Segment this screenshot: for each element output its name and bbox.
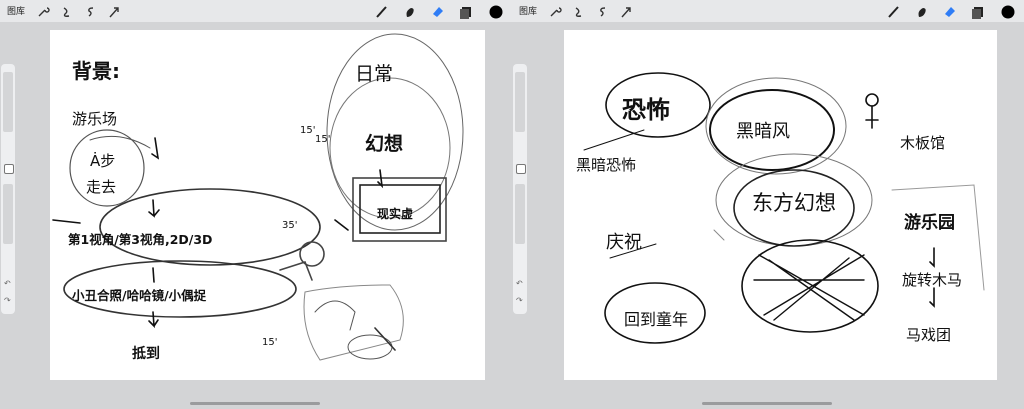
daily-text: 日常 xyxy=(355,63,393,85)
right-procreate-window: 图库 ↶ ↷ 恐怖 黑暗风 黑暗恐怖 东方幻想 木板馆 庆祝 回到童年 游乐园 … xyxy=(512,0,1024,409)
home-indicator xyxy=(190,402,320,405)
opacity-slider[interactable] xyxy=(515,184,525,244)
smudge-icon[interactable] xyxy=(403,4,417,18)
brush-icon[interactable] xyxy=(887,4,901,18)
modify-button[interactable] xyxy=(516,164,526,174)
dark-style-text: 黑暗风 xyxy=(736,121,790,142)
wrench-icon[interactable] xyxy=(36,4,50,18)
redo-icon[interactable]: ↷ xyxy=(4,296,11,305)
photo-text: 小丑合照/哈哈镜/小偶捉 xyxy=(71,288,207,303)
carousel-text: 旋转木马 xyxy=(902,271,962,289)
eraser-icon[interactable] xyxy=(943,4,957,18)
layers-icon[interactable] xyxy=(459,4,473,19)
brush-size-slider[interactable] xyxy=(515,72,525,132)
wooden-house-text: 木板馆 xyxy=(900,134,945,152)
modify-button[interactable] xyxy=(4,164,14,174)
angle-label-3: 35' xyxy=(282,220,297,231)
undo-icon[interactable]: ↶ xyxy=(516,279,523,288)
go-text: 走去 xyxy=(86,178,116,196)
brush-sidebar: ↶ ↷ xyxy=(513,64,527,314)
fantasy-text: 幻想 xyxy=(365,132,403,155)
brush-size-slider[interactable] xyxy=(3,72,13,132)
selection-icon[interactable] xyxy=(596,4,610,18)
color-swatch-icon[interactable] xyxy=(1001,4,1015,19)
redo-icon[interactable]: ↷ xyxy=(516,296,523,305)
top-toolbar: 图库 xyxy=(512,0,1024,22)
opacity-slider[interactable] xyxy=(3,184,13,244)
brush-sidebar: ↶ ↷ xyxy=(1,64,15,314)
eraser-icon[interactable] xyxy=(431,4,445,18)
brush-icon[interactable] xyxy=(375,4,389,18)
home-indicator xyxy=(702,402,832,405)
reality-text: 现实虚 xyxy=(377,206,413,221)
color-swatch-icon[interactable] xyxy=(489,4,503,19)
angle-label-2: 15' xyxy=(315,134,330,145)
amusement-text: 游乐场 xyxy=(72,110,117,128)
wrench-icon[interactable] xyxy=(548,4,562,18)
layers-icon[interactable] xyxy=(971,4,985,19)
adjustments-icon[interactable] xyxy=(572,4,586,18)
adjustments-icon[interactable] xyxy=(60,4,74,18)
angle-label-1: 15' xyxy=(300,125,315,136)
gallery-button[interactable]: 图库 xyxy=(519,4,537,17)
top-toolbar: 图库 xyxy=(0,0,512,22)
drawing-canvas[interactable]: 背景: 游乐场 Ȧ步 走去 第1视角/第3视角,2D/3D 小丑合照/哈哈镜/小… xyxy=(50,30,485,380)
gallery-button[interactable]: 图库 xyxy=(7,4,25,17)
celebrate-text: 庆祝 xyxy=(606,232,642,253)
dark-horror-text: 黑暗恐怖 xyxy=(576,156,636,174)
childhood-text: 回到童年 xyxy=(624,310,688,329)
transform-icon[interactable] xyxy=(619,4,633,18)
arrive-text: 抵到 xyxy=(132,345,160,362)
transform-icon[interactable] xyxy=(107,4,121,18)
selection-icon[interactable] xyxy=(84,4,98,18)
circus-text: 马戏团 xyxy=(906,326,951,344)
amusement-park-text: 游乐园 xyxy=(904,212,955,233)
sketch-drawing: 恐怖 黑暗风 黑暗恐怖 东方幻想 木板馆 庆祝 回到童年 游乐园 旋转木马 马戏… xyxy=(576,72,985,344)
sketch-drawing: 背景: 游乐场 Ȧ步 走去 第1视角/第3视角,2D/3D 小丑合照/哈哈镜/小… xyxy=(52,33,464,362)
heading-text: 背景: xyxy=(72,59,120,83)
undo-icon[interactable]: ↶ xyxy=(4,279,11,288)
big-horror-text: 恐怖 xyxy=(622,96,670,124)
drawing-canvas[interactable]: 恐怖 黑暗风 黑暗恐怖 东方幻想 木板馆 庆祝 回到童年 游乐园 旋转木马 马戏… xyxy=(564,30,997,380)
angle-label-4: 15' xyxy=(262,337,277,348)
smudge-icon[interactable] xyxy=(915,4,929,18)
left-procreate-window: 图库 ↶ ↷ 背景: 游乐场 Ȧ步 走去 第1视角/第3视角,2D/3D 小丑合… xyxy=(0,0,512,409)
run-text: Ȧ步 xyxy=(90,151,115,170)
transition-text: 第1视角/第3视角,2D/3D xyxy=(68,232,212,247)
oriental-fantasy-text: 东方幻想 xyxy=(752,191,836,215)
